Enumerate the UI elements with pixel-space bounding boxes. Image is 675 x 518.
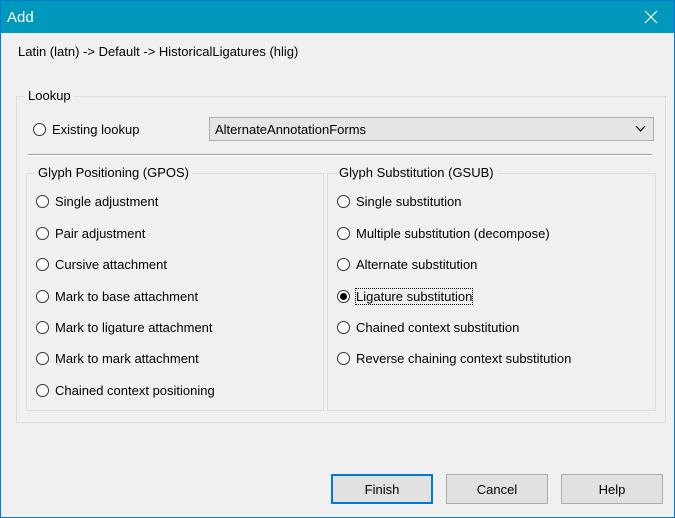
gpos-cursive-attachment-radio[interactable]: Cursive attachment — [36, 254, 167, 274]
radio-label: Ligature substitution — [354, 287, 474, 305]
gpos-pair-adjustment-radio[interactable]: Pair adjustment — [36, 223, 145, 243]
radio-label: Reverse chaining context substitution — [356, 350, 572, 366]
gpos-mark-to-mark-radio[interactable]: Mark to mark attachment — [36, 348, 199, 368]
radio-label: Pair adjustment — [55, 225, 146, 241]
radio-circle — [36, 383, 49, 397]
radio-circle — [36, 226, 49, 240]
lookup-legend: Lookup — [25, 88, 74, 103]
finish-label: Finish — [364, 481, 400, 497]
help-label: Help — [598, 481, 626, 497]
radio-circle — [36, 320, 49, 334]
gpos-single-adjustment-radio[interactable]: Single adjustment — [36, 191, 158, 211]
gsub-chained-context-radio[interactable]: Chained context substitution — [337, 317, 519, 337]
finish-button[interactable]: Finish — [331, 474, 433, 504]
existing-lookup-select[interactable]: AlternateAnnotationForms — [209, 117, 654, 141]
close-icon — [644, 10, 658, 24]
radio-circle — [33, 122, 46, 136]
radio-label: Mark to mark attachment — [55, 350, 199, 366]
gpos-mark-to-base-radio[interactable]: Mark to base attachment — [36, 286, 198, 306]
radio-label: Single substitution — [356, 193, 462, 209]
window-title: Add — [7, 9, 34, 26]
gsub-alternate-substitution-radio[interactable]: Alternate substitution — [337, 254, 477, 274]
gsub-multiple-substitution-radio[interactable]: Multiple substitution (decompose) — [337, 223, 550, 243]
radio-circle — [337, 289, 350, 303]
gpos-chained-context-radio[interactable]: Chained context positioning — [36, 380, 215, 400]
cancel-label: Cancel — [476, 481, 518, 497]
lookup-path: Latin (latn) -> Default -> HistoricalLig… — [18, 44, 299, 59]
gpos-legend: Glyph Positioning (GPOS) — [35, 165, 193, 180]
radio-label: Chained context substitution — [356, 319, 520, 335]
radio-label: Alternate substitution — [356, 256, 478, 272]
close-button[interactable] — [628, 1, 674, 33]
radio-circle — [337, 351, 350, 365]
radio-circle — [337, 257, 350, 271]
radio-label: Cursive attachment — [55, 256, 167, 272]
add-dialog: Add Latin (latn) -> Default -> Historica… — [0, 0, 675, 518]
gsub-ligature-substitution-radio[interactable]: Ligature substitution — [337, 286, 474, 306]
radio-circle — [337, 194, 350, 208]
radio-label: Mark to ligature attachment — [55, 319, 213, 335]
help-button[interactable]: Help — [561, 474, 663, 504]
separator — [28, 154, 652, 156]
select-value: AlternateAnnotationForms — [215, 122, 367, 137]
radio-label: Mark to base attachment — [55, 288, 199, 304]
radio-label: Chained context positioning — [55, 382, 215, 398]
title-bar: Add — [1, 1, 674, 33]
radio-circle — [36, 289, 49, 303]
cancel-button[interactable]: Cancel — [446, 474, 548, 504]
radio-label: Multiple substitution (decompose) — [356, 225, 550, 241]
gsub-reverse-chaining-radio[interactable]: Reverse chaining context substitution — [337, 348, 571, 368]
radio-circle — [36, 351, 49, 365]
radio-circle — [36, 194, 49, 208]
radio-circle — [337, 226, 350, 240]
radio-label: Single adjustment — [55, 193, 159, 209]
existing-lookup-label: Existing lookup — [52, 121, 140, 137]
existing-lookup-radio[interactable]: Existing lookup — [33, 119, 139, 139]
radio-circle — [337, 320, 350, 334]
gsub-single-substitution-radio[interactable]: Single substitution — [337, 191, 462, 211]
gpos-mark-to-ligature-radio[interactable]: Mark to ligature attachment — [36, 317, 213, 337]
radio-circle — [36, 257, 49, 271]
gsub-legend: Glyph Substitution (GSUB) — [336, 165, 497, 180]
chevron-down-icon — [635, 125, 646, 132]
